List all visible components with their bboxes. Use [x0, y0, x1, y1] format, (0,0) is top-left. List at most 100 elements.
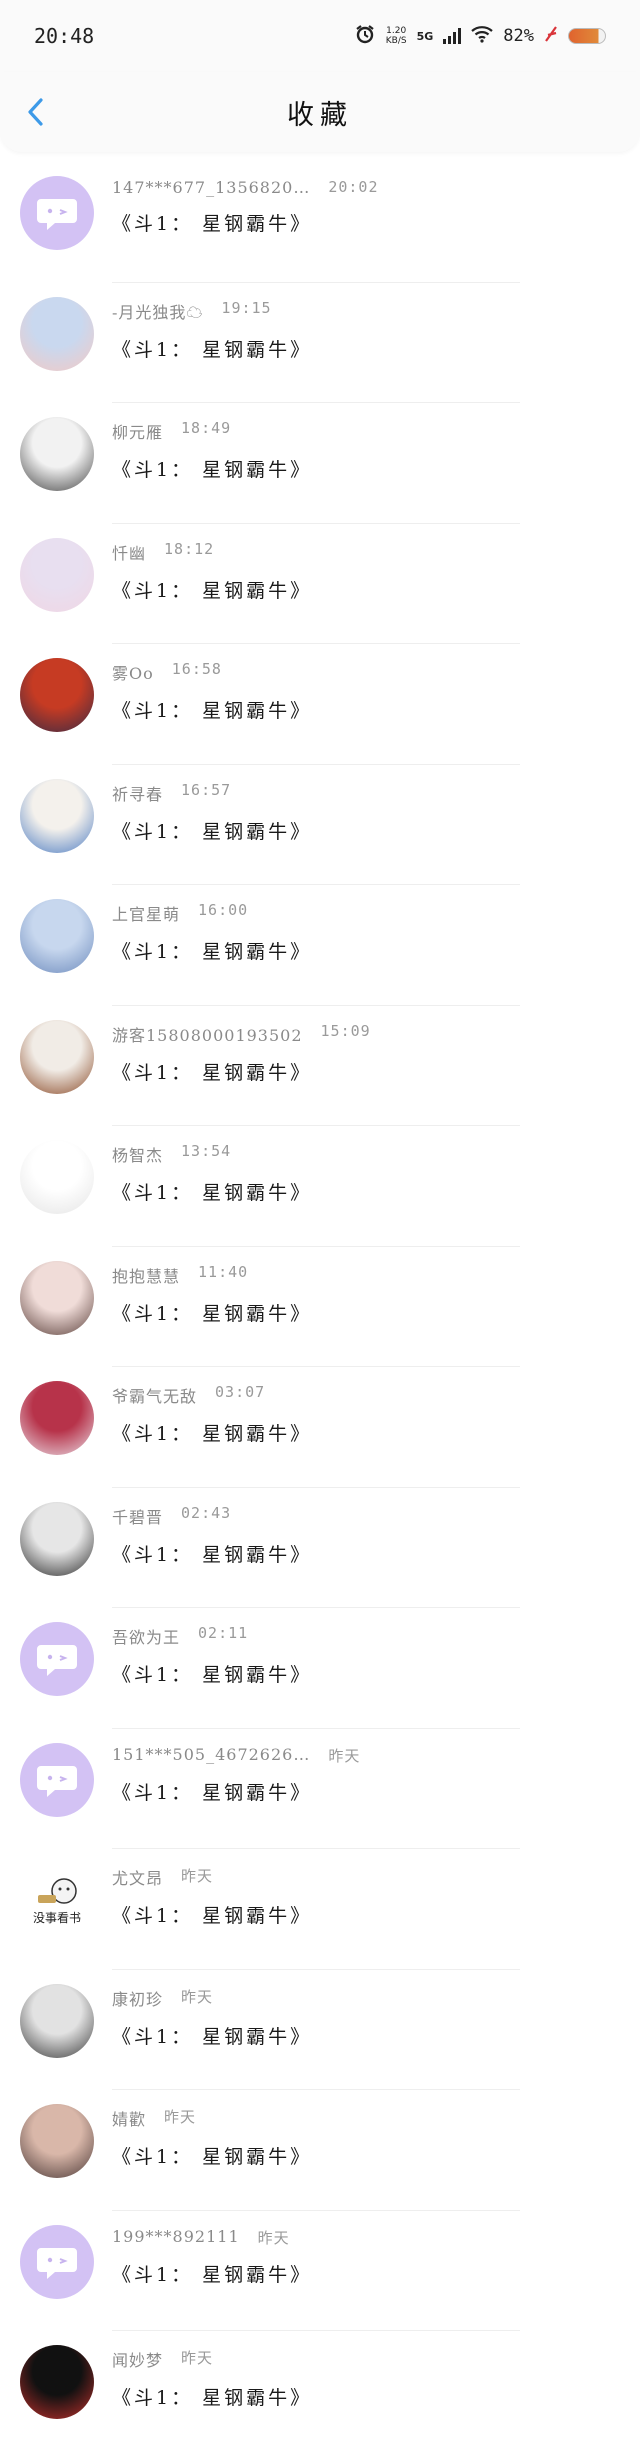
avatar-photo[interactable]	[20, 1260, 94, 1335]
message-text: 《斗1： 星钢霸牛》	[112, 2025, 313, 2048]
user-name: 吾欲为王	[112, 1628, 181, 1647]
list-item[interactable]: 爷霸气无敌 03:07 《斗1： 星钢霸牛》	[0, 1367, 640, 1488]
list-item[interactable]: 柳元雁 18:49 《斗1： 星钢霸牛》	[0, 403, 640, 524]
item-meta: 雾Oo 16:58	[112, 660, 312, 684]
favorites-list: 147***677_1356820… 20:02 《斗1： 星钢霸牛》 -月光独我☁ 1…	[0, 152, 640, 2440]
avatar-photo[interactable]	[20, 2104, 94, 2178]
list-item[interactable]: 祈寻春 16:57 《斗1： 星钢霸牛》	[0, 765, 640, 885]
timestamp: 13:54	[181, 1142, 232, 1160]
list-item[interactable]: 千碧晋 02:43 《斗1： 星钢霸牛》	[0, 1488, 640, 1608]
item-texts: 雾Oo 16:58 《斗1： 星钢霸牛》	[112, 660, 312, 723]
list-item[interactable]: 上官星萌 16:00 《斗1： 星钢霸牛》	[0, 885, 640, 1006]
user-name: 祈寻春	[112, 784, 164, 804]
timestamp: 昨天	[164, 2108, 197, 2126]
item-texts: 吾欲为王 02:11 《斗1： 星钢霸牛》	[112, 1624, 312, 1687]
avatar-photo[interactable]	[20, 1501, 94, 1576]
item-meta: 千碧晋 02:43	[112, 1504, 312, 1528]
timestamp: 02:11	[198, 1624, 249, 1642]
chat-bubble-icon	[37, 1765, 77, 1797]
item-texts: 忏幽 18:12 《斗1： 星钢霸牛》	[112, 540, 312, 603]
list-item[interactable]: 杨智杰 13:54 《斗1： 星钢霸牛》	[0, 1126, 640, 1247]
avatar-photo[interactable]	[20, 899, 94, 973]
message-text: 《斗1： 星钢霸牛》	[112, 1543, 313, 1566]
avatar[interactable]	[20, 2224, 94, 2299]
list-item[interactable]: 151***505_4672626… 昨天 《斗1： 星钢霸牛》	[0, 1729, 640, 1849]
item-meta: 婧歡 昨天	[112, 2106, 312, 2130]
user-name: 上官星萌	[112, 905, 181, 924]
list-item[interactable]: 康初珍 昨天 《斗1： 星钢霸牛》	[0, 1970, 640, 2090]
user-name: 康初珍	[112, 1989, 164, 2009]
nav-bar: 收藏	[0, 72, 640, 152]
item-texts: 147***677_1356820… 20:02 《斗1： 星钢霸牛》	[112, 178, 379, 236]
avatar-photo[interactable]	[20, 537, 94, 612]
list-item[interactable]: 没事看书 尤文昂 昨天 《斗1： 星钢霸牛》	[0, 1849, 640, 1970]
list-item[interactable]: 抱抱慧慧 11:40 《斗1： 星钢霸牛》	[0, 1247, 640, 1367]
network-speed: 1.20 KB/S	[385, 26, 407, 46]
list-item[interactable]: 199***892111 昨天 《斗1： 星钢霸牛》	[0, 2211, 640, 2331]
item-texts: 婧歡 昨天《斗1： 星钢霸牛》	[112, 2106, 312, 2169]
item-meta: 上官星萌 16:00	[112, 901, 312, 925]
item-meta: 吾欲为王 02:11	[112, 1624, 312, 1648]
timestamp: 11:40	[198, 1262, 249, 1281]
list-item[interactable]: 雾Oo 16:58 《斗1： 星钢霸牛》	[0, 644, 640, 765]
item-meta: 闻妙梦 昨天	[112, 2347, 312, 2371]
item-texts: 游客15808000193502 15:09 《斗1： 星钢霸牛》	[112, 1022, 371, 1085]
alarm-icon	[354, 23, 376, 49]
item-meta: 151***505_4672626… 昨天	[112, 1745, 360, 1766]
item-texts: 千碧晋 02:43 《斗1： 星钢霸牛》	[112, 1504, 312, 1567]
user-name: 忏幽	[112, 543, 147, 563]
list-item[interactable]: 婧歡 昨天《斗1： 星钢霸牛》	[0, 2090, 640, 2211]
avatar[interactable]	[20, 1742, 94, 1817]
item-meta: 柳元雁 18:49	[112, 419, 312, 443]
avatar-photo[interactable]	[20, 296, 94, 371]
battery-percent: 82%	[503, 26, 534, 46]
timestamp: 昨天	[257, 2228, 290, 2247]
avatar-photo[interactable]	[20, 2345, 94, 2419]
message-text: 《斗1： 星钢霸牛》	[112, 459, 313, 481]
avatar-photo[interactable]	[20, 1019, 94, 1094]
item-meta: 忏幽 18:12	[112, 540, 312, 564]
message-text: 《斗1： 星钢霸牛》	[112, 338, 313, 361]
avatar-photo[interactable]	[20, 1140, 94, 1214]
user-name: 千碧晋	[112, 1507, 164, 1527]
avatar[interactable]: 没事看书	[20, 1863, 94, 1937]
message-text: 《斗1： 星钢霸牛》	[112, 1423, 313, 1445]
timestamp: 03:07	[215, 1383, 266, 1401]
list-item[interactable]: 忏幽 18:12 《斗1： 星钢霸牛》	[0, 524, 640, 644]
avatar[interactable]	[20, 176, 94, 250]
sticker-icon: 没事看书	[33, 1875, 81, 1926]
page-title: 收藏	[287, 99, 353, 131]
item-meta: 爷霸气无敌 03:07	[112, 1383, 312, 1407]
message-text: 《斗1： 星钢霸牛》	[112, 2146, 313, 2168]
list-item[interactable]: 闻妙梦 昨天《斗1： 星钢霸牛》	[0, 2331, 640, 2440]
chat-bubble-icon	[37, 2247, 77, 2279]
avatar-photo[interactable]	[20, 417, 94, 491]
user-name: 雾Oo	[112, 664, 154, 683]
timestamp: 16:58	[171, 660, 222, 678]
message-text: 《斗1： 星钢霸牛》	[112, 579, 313, 602]
timestamp: 19:15	[221, 298, 272, 317]
item-texts: 上官星萌 16:00 《斗1： 星钢霸牛》	[112, 901, 312, 964]
avatar-photo[interactable]	[20, 778, 94, 853]
timestamp: 16:00	[198, 901, 249, 919]
timestamp: 02:43	[181, 1503, 232, 1522]
message-text: 《斗1： 星钢霸牛》	[112, 1664, 313, 1686]
list-item[interactable]: 游客15808000193502 15:09 《斗1： 星钢霸牛》	[0, 1006, 640, 1126]
back-button[interactable]	[18, 94, 54, 130]
avatar-photo[interactable]	[20, 658, 94, 732]
chat-bubble-icon	[37, 1645, 77, 1676]
wifi-icon	[471, 25, 494, 47]
avatar-photo[interactable]	[20, 1381, 94, 1455]
user-name: 游客15808000193502	[112, 1025, 303, 1045]
message-text: 《斗1： 星钢霸牛》	[112, 1302, 313, 1325]
list-item[interactable]: 吾欲为王 02:11 《斗1： 星钢霸牛》	[0, 1608, 640, 1729]
list-item[interactable]: 147***677_1356820… 20:02 《斗1： 星钢霸牛》	[0, 162, 640, 283]
avatar-photo[interactable]	[20, 1983, 94, 2058]
item-meta: 祈寻春 16:57	[112, 781, 312, 805]
list-item[interactable]: -月光独我☁ 19:15 《斗1： 星钢霸牛》	[0, 283, 640, 403]
avatar[interactable]	[20, 1622, 94, 1696]
item-meta: 抱抱慧慧 11:40	[112, 1263, 312, 1287]
message-text: 《斗1： 星钢霸牛》	[112, 2387, 313, 2409]
timestamp: 昨天	[181, 2349, 214, 2367]
message-text: 《斗1： 星钢霸牛》	[112, 1061, 313, 1084]
